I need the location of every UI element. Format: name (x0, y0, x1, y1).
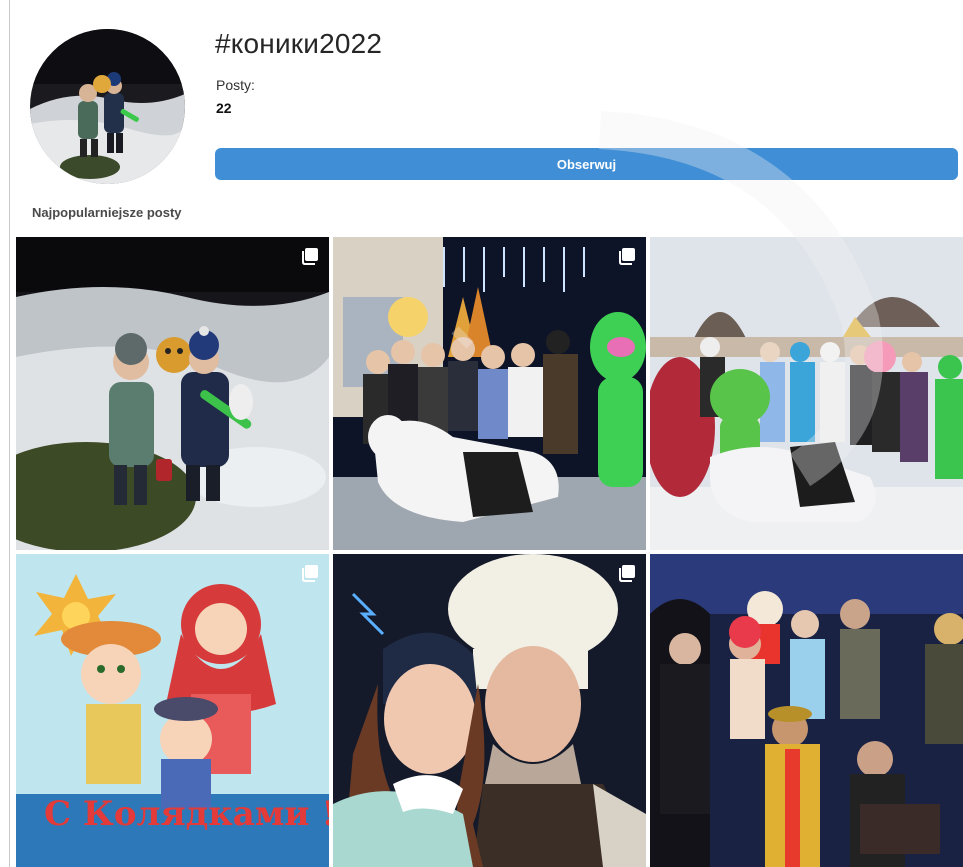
post-photo (16, 237, 329, 550)
post-thumbnail[interactable] (16, 237, 329, 550)
posts-label: Posty: (216, 77, 255, 93)
posts-count: 22 (216, 100, 232, 116)
post-thumbnail[interactable]: С Колядками ! (16, 554, 329, 867)
follow-button[interactable]: Obserwuj (215, 148, 958, 180)
page-border (9, 0, 10, 867)
post-photo (333, 554, 646, 867)
carousel-icon (618, 247, 636, 265)
post-thumbnail[interactable] (650, 237, 963, 550)
carousel-icon (301, 247, 319, 265)
post-photo (650, 554, 963, 867)
post-thumbnail[interactable] (333, 554, 646, 867)
carousel-icon (618, 564, 636, 582)
top-posts-heading: Najpopularniejsze posty (32, 205, 182, 220)
hashtag-avatar (30, 29, 185, 184)
posts-grid: С Колядками ! (16, 237, 963, 867)
carousel-icon (301, 564, 319, 582)
post-photo (650, 237, 963, 550)
card-greeting-text: С Колядками ! (44, 794, 329, 834)
post-thumbnail[interactable] (650, 554, 963, 867)
post-photo (333, 237, 646, 550)
post-thumbnail[interactable] (333, 237, 646, 550)
hashtag-title: #коники2022 (215, 28, 383, 59)
